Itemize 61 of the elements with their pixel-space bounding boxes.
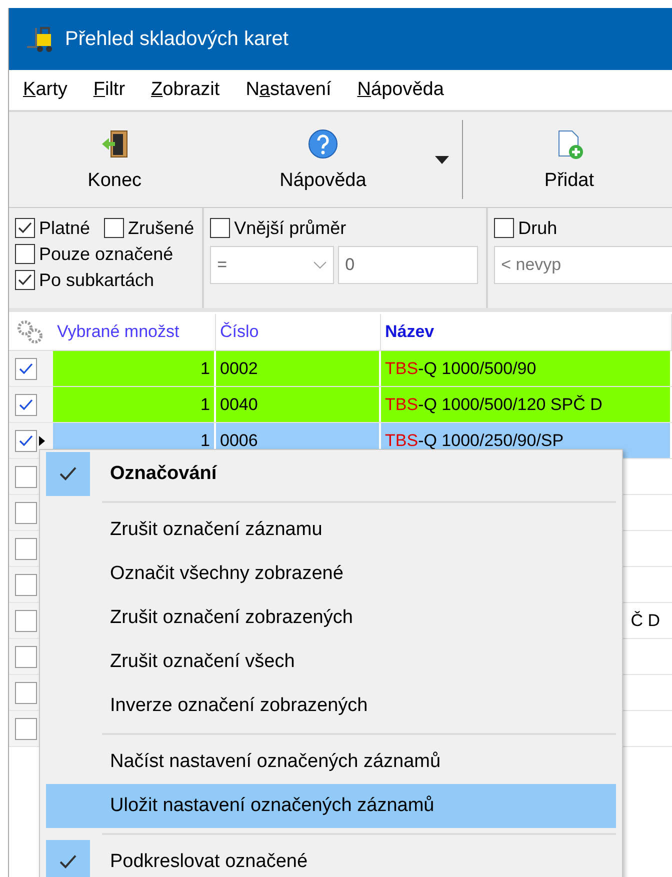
menu-item[interactable]: Uložit nastavení označených záznamů xyxy=(46,784,616,828)
operator-dropdown[interactable]: = xyxy=(210,246,334,284)
input-field[interactable]: < nevyp xyxy=(494,246,672,284)
value-field[interactable]: 0 xyxy=(338,246,478,284)
menu-item[interactable]: Zrušit označení všech xyxy=(46,640,616,684)
column-header[interactable]: Název xyxy=(381,314,672,350)
filter-checkbox[interactable]: Po subkartách xyxy=(15,268,154,292)
menu-item[interactable]: Zobrazit xyxy=(151,79,220,101)
check-icon xyxy=(17,220,33,236)
table-cell: 1 xyxy=(200,430,210,450)
row-checkbox[interactable] xyxy=(15,646,37,668)
row-checkbox[interactable] xyxy=(15,358,37,380)
filter-checkbox[interactable]: Zrušené xyxy=(104,216,194,240)
filter-checkbox[interactable]: Vnější průměr xyxy=(210,216,478,240)
menu-item[interactable]: Zrušit označení zobrazených xyxy=(46,596,616,640)
menu-item[interactable]: Nastavení xyxy=(246,79,332,101)
menu-item[interactable]: Karty xyxy=(23,79,68,101)
forklift-icon xyxy=(25,24,55,54)
row-checkbox[interactable] xyxy=(15,718,37,740)
filter-checkbox[interactable]: Druh xyxy=(494,216,672,240)
table-cell: TBS-Q 1000/250/90/SP xyxy=(385,430,564,450)
row-checkbox[interactable] xyxy=(15,538,37,560)
menu-item[interactable]: Načíst nastavení označených záznamů xyxy=(46,740,616,784)
menu-item[interactable]: Podkreslovat označené xyxy=(46,840,616,877)
table-cell: 0040 xyxy=(220,394,258,414)
row-checkbox[interactable] xyxy=(15,610,37,632)
menu-item[interactable]: Označování xyxy=(46,452,616,496)
row-checkbox[interactable] xyxy=(15,430,37,452)
window-title: Přehled skladových karet xyxy=(65,28,288,50)
check-icon xyxy=(18,396,34,412)
row-checkbox[interactable] xyxy=(15,466,37,488)
table-cell: TBS-Q 1000/500/120 SPČ D xyxy=(385,394,602,414)
toolbar-button[interactable]: Nápověda xyxy=(220,112,426,207)
row-checkbox[interactable] xyxy=(15,682,37,704)
menu-item[interactable]: Zrušit označení záznamu xyxy=(46,508,616,552)
menu-item[interactable]: Označit všechny zobrazené xyxy=(46,552,616,596)
toolbar-button[interactable]: Konec xyxy=(9,112,220,207)
menu-item[interactable]: Nápověda xyxy=(357,79,444,101)
table-cell: Č D xyxy=(630,610,660,630)
column-header[interactable]: Číslo xyxy=(216,314,381,350)
menu-item[interactable]: Inverze označení zobrazených xyxy=(46,684,616,728)
toolbar-button[interactable]: Přidat xyxy=(466,112,672,207)
check-icon xyxy=(17,272,33,288)
help-icon xyxy=(306,128,339,160)
check-icon xyxy=(18,432,34,448)
row-checkbox[interactable] xyxy=(15,394,37,416)
row-checkbox[interactable] xyxy=(15,574,37,596)
check-icon xyxy=(18,360,34,376)
menu-item[interactable]: Filtr xyxy=(93,79,126,101)
table-cell: 0002 xyxy=(220,358,258,378)
gears-icon[interactable] xyxy=(15,319,45,345)
chevron-icon xyxy=(313,261,328,269)
current-row-icon xyxy=(39,436,45,446)
row-checkbox[interactable] xyxy=(15,502,37,524)
filter-checkbox[interactable]: Platné xyxy=(15,216,90,240)
table-cell: 0006 xyxy=(220,430,258,450)
table-cell: 1 xyxy=(200,358,210,378)
table-cell: TBS-Q 1000/500/90 xyxy=(385,358,536,378)
column-header[interactable]: Vybrané množst xyxy=(53,314,216,350)
filter-checkbox[interactable]: Pouze označené xyxy=(15,242,174,266)
table-cell: 1 xyxy=(200,394,210,414)
